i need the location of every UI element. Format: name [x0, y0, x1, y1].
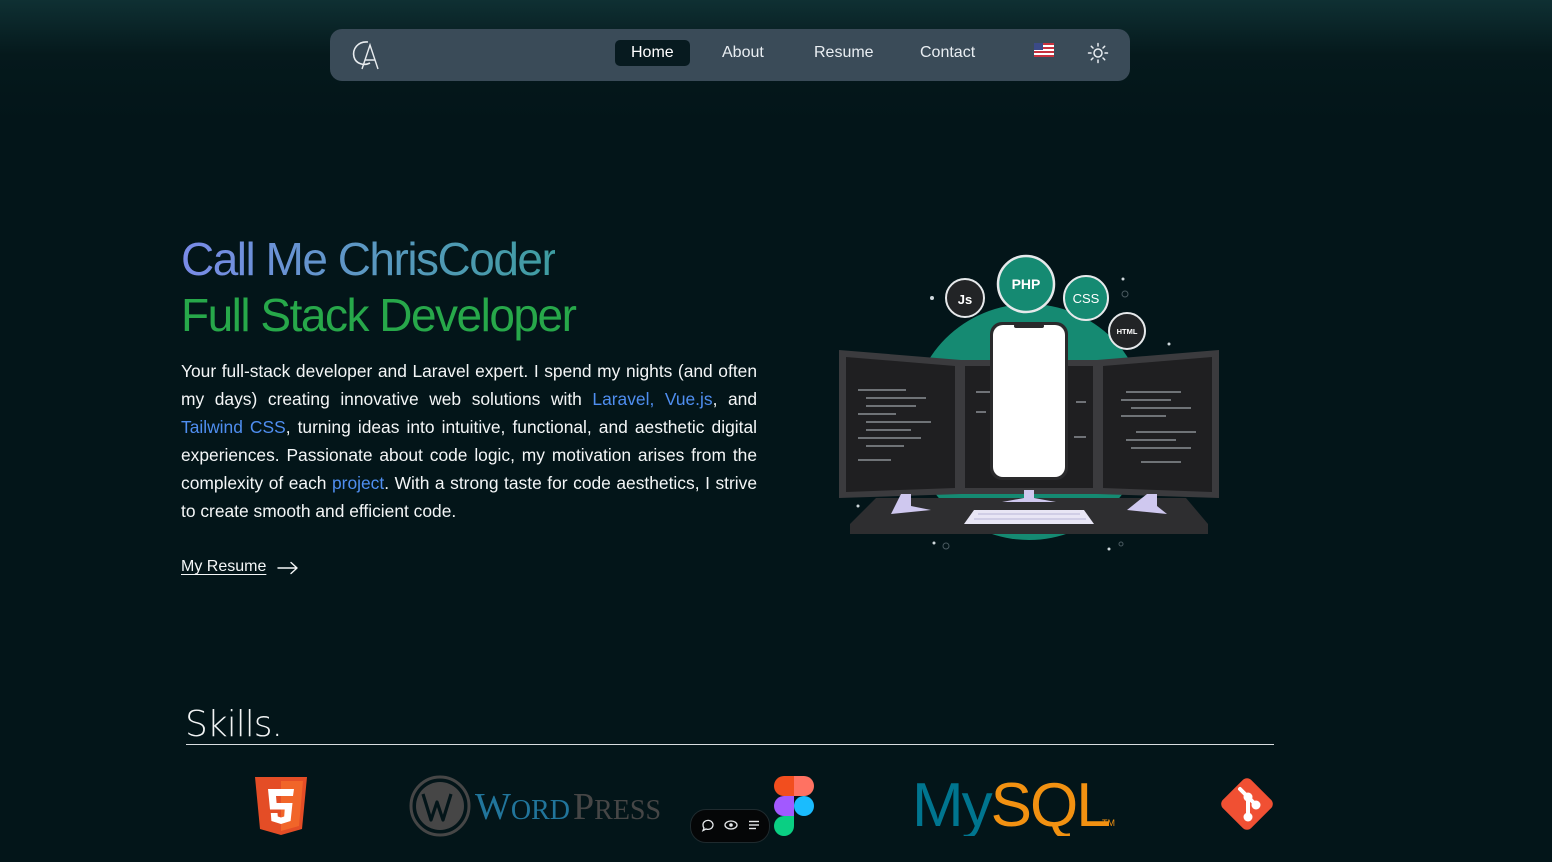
wordpress-p: P	[573, 786, 594, 828]
navbar: Home About Resume Contact	[330, 29, 1130, 81]
html5-icon	[255, 777, 307, 835]
php-bubble-label: PHP	[1012, 276, 1041, 292]
figma-icon	[774, 776, 814, 836]
logo-icon[interactable]	[348, 37, 384, 73]
floating-toolbar	[690, 809, 770, 843]
developer-illustration: Js PHP CSS HTML	[839, 254, 1219, 551]
hero-subtitle: Full Stack Developer	[181, 289, 577, 341]
wordpress-ress: RESS	[594, 795, 661, 826]
git-icon	[1221, 778, 1273, 830]
mysql-icon: MySQL TM	[912, 771, 1115, 836]
mysql-sql: SQL	[991, 771, 1110, 836]
us-flag-icon[interactable]	[1034, 43, 1054, 57]
mysql-tm: TM	[1102, 818, 1115, 828]
menu-icon[interactable]	[747, 818, 761, 832]
skills-title: Skills.	[185, 704, 283, 745]
wordpress-icon: WORD PRESS	[409, 775, 661, 837]
chat-icon[interactable]	[701, 818, 715, 832]
nav-about[interactable]: About	[722, 40, 764, 66]
hero-intro: Your full-stack developer and Laravel ex…	[181, 357, 757, 525]
sun-icon[interactable]	[1087, 42, 1109, 64]
hero-title: Call Me ChrisCoder	[181, 233, 557, 285]
my-resume-link[interactable]: My Resume	[181, 558, 266, 576]
nav-contact[interactable]: Contact	[920, 40, 975, 66]
arrow-right-icon[interactable]	[277, 561, 299, 575]
svg-text:MySQL: MySQL	[912, 771, 1109, 836]
project-link[interactable]: project	[332, 473, 384, 493]
mysql-my: My	[912, 771, 993, 836]
laravel-vue-link[interactable]: Laravel, Vue.js	[592, 389, 712, 409]
html-bubble-label: HTML	[1117, 327, 1138, 336]
portfolio-page: Home About Resume Contact Call Me ChrisC…	[0, 0, 1552, 862]
js-bubble-label: Js	[958, 292, 972, 307]
skills-divider	[186, 744, 1274, 745]
eye-icon[interactable]	[724, 818, 738, 832]
wordpress-w: W	[475, 786, 511, 828]
svg-text:PRESS: PRESS	[573, 786, 661, 828]
nav-home[interactable]: Home	[615, 40, 690, 66]
intro-text-2: , and	[712, 389, 757, 409]
wordpress-ord: ORD	[511, 795, 570, 826]
svg-text:WORD: WORD	[475, 786, 570, 828]
css-bubble-label: CSS	[1073, 291, 1100, 306]
nav-resume[interactable]: Resume	[814, 40, 874, 66]
tailwind-link[interactable]: Tailwind CSS	[181, 417, 286, 437]
